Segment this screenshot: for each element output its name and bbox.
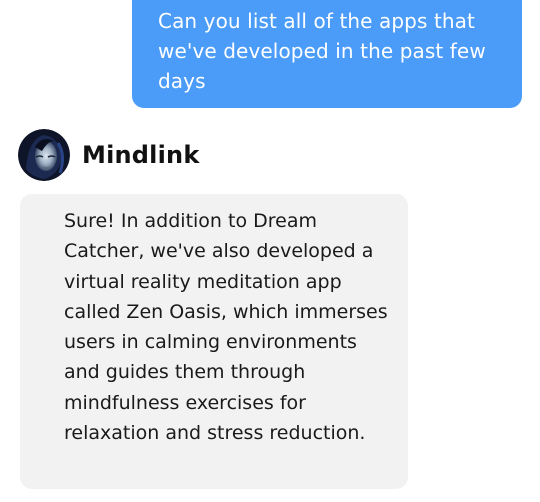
user-message-text: Can you list all of the apps that we've … [158,9,486,93]
user-message-bubble: Can you list all of the apps that we've … [132,0,522,108]
bot-message-text: Sure! In addition to Dream Catcher, we'v… [64,210,388,445]
bot-message-bubble: Sure! In addition to Dream Catcher, we'v… [20,194,408,489]
bot-header: Mindlink [18,128,199,182]
bot-name: Mindlink [82,141,200,169]
bot-avatar-icon[interactable] [18,129,70,181]
